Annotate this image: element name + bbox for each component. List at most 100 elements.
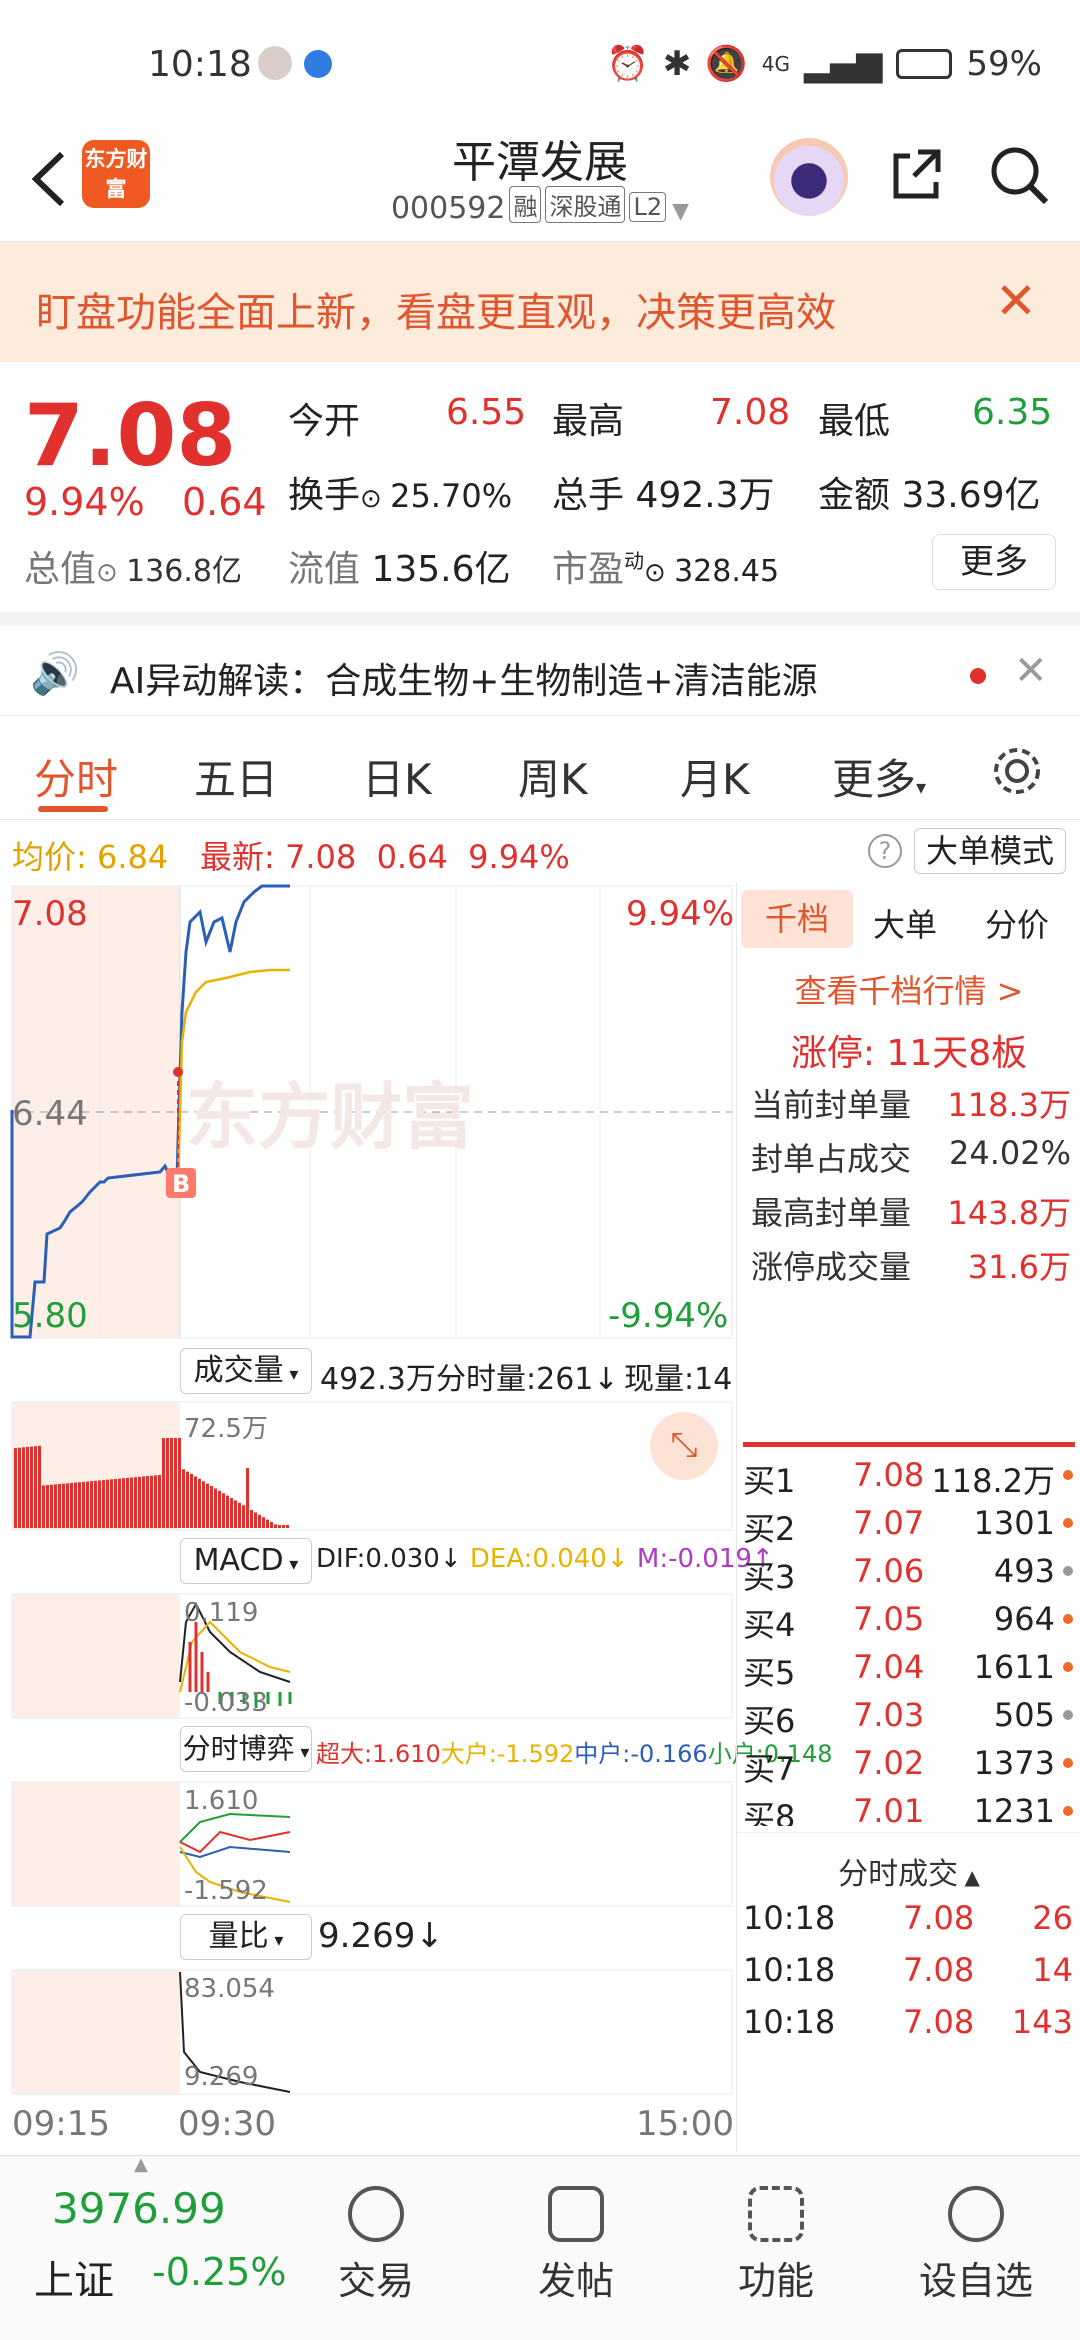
bid-row[interactable]: 买3 7.06 493 [743, 1552, 1073, 1600]
volume-bar [278, 1525, 281, 1528]
trade-volume: 26 [1032, 1899, 1073, 1937]
turnover-label: 换手⊙ 25.70% [288, 475, 513, 516]
search-icon[interactable] [986, 142, 1052, 208]
trade-volume: 14 [1032, 1951, 1073, 1989]
macd-select[interactable]: MACD ▾ [180, 1538, 312, 1584]
more-button[interactable]: 更多 [932, 534, 1056, 590]
game-axis-top: 1.610 [184, 1786, 259, 1816]
trade-row: 10:18 7.08 14 [743, 1951, 1073, 1999]
share-icon[interactable] [888, 144, 948, 204]
limit-volume: 涨停成交量 31.6万 [751, 1248, 1071, 1286]
nav-trade[interactable]: 交易 [296, 2186, 456, 2305]
big-order-mode-button[interactable]: 大单模式 [914, 828, 1066, 874]
bid-dot [1063, 1806, 1073, 1816]
volume-bar [58, 1484, 61, 1528]
ai-assistant-icon[interactable] [770, 138, 848, 216]
volume-bar [118, 1478, 121, 1528]
ratio-axis-top: 83.054 [184, 1974, 275, 2004]
bid-row[interactable]: 买1 7.08 118.2万 [743, 1456, 1073, 1504]
bid-row[interactable]: 买6 7.03 505 [743, 1696, 1073, 1744]
volume-bar [130, 1477, 133, 1528]
bid-price: 7.04 [853, 1648, 925, 1686]
close-icon[interactable]: ✕ [1014, 648, 1048, 694]
volume-bar [202, 1481, 205, 1528]
help-icon[interactable]: ? [868, 834, 902, 868]
chevron-down-icon: ▼ [672, 199, 690, 224]
volume-tick: 分时量:261↓ [436, 1362, 619, 1397]
bluetooth-icon: ✱ [662, 44, 692, 84]
price-axis-bottom: 5.80 [12, 1296, 88, 1336]
volume-bar [22, 1447, 25, 1528]
view-depth-link[interactable]: 查看千档行情 > [737, 966, 1080, 1012]
volume-bar [178, 1438, 181, 1528]
volume-indicator-select[interactable]: 成交量 ▾ [180, 1348, 312, 1394]
tag-margin: 融 [509, 186, 542, 223]
capital-game-select[interactable]: 分时博弈 ▾ [180, 1726, 312, 1772]
bid-volume: 1611 [973, 1648, 1055, 1686]
volume-bar [34, 1446, 37, 1528]
intraday-chart-area[interactable]: 东方财富 B 7.08 9.94% 6.44 5.80 -9.94% 成交量 ▾… [0, 882, 833, 2152]
expand-icon[interactable]: ⤡ [650, 1412, 718, 1480]
macd-axis-top: 0.119 [184, 1598, 259, 1628]
bid-row[interactable]: 买8 7.01 1231 [743, 1792, 1073, 1826]
open-label: 今开 [288, 401, 361, 442]
volume-bar [18, 1447, 21, 1528]
bid-row[interactable]: 买2 7.07 1301 [743, 1504, 1073, 1552]
volume-bar [282, 1525, 285, 1528]
nav-post[interactable]: 发帖 [496, 2186, 656, 2305]
volume-bar [62, 1483, 65, 1528]
bid-level: 买6 [743, 1702, 796, 1740]
volume-bar [198, 1478, 201, 1528]
bid-level: 买8 [743, 1798, 796, 1826]
volume-bar [254, 1512, 257, 1528]
tab-weekly-k[interactable]: 周K [518, 746, 588, 807]
trade-row: 10:18 7.08 26 [743, 1899, 1073, 1947]
gear-icon[interactable] [990, 744, 1044, 798]
trades-header[interactable]: 分时成交 ▲ [737, 1849, 1080, 1893]
trade-time: 10:18 [743, 1899, 836, 1937]
close-icon[interactable]: ✕ [995, 272, 1037, 330]
tab-daily-k[interactable]: 日K [362, 746, 432, 807]
float-label: 流值 135.6亿 [288, 549, 511, 590]
bid-level: 买1 [743, 1462, 796, 1500]
tab-intraday[interactable]: 分时 [34, 746, 118, 807]
tab-depth[interactable]: 千档 [741, 890, 853, 948]
latest-price: 最新: 7.08 0.64 9.94% [200, 838, 570, 876]
tab-monthly-k[interactable]: 月K [680, 746, 750, 807]
index-value[interactable]: 3976.99 [52, 2184, 226, 2233]
bid-row[interactable]: 买7 7.02 1373 [743, 1744, 1073, 1792]
index-change[interactable]: -0.25% [152, 2250, 286, 2294]
bid-volume: 118.2万 [931, 1462, 1055, 1500]
ai-insight-bar[interactable]: 🔊 AI异动解读：合成生物+生物制造+清洁能源 ✕ [0, 612, 1080, 716]
intraday-info-line: 均价: 6.84 最新: 7.08 0.64 9.94% ? 大单模式 [0, 822, 1080, 882]
bid-row[interactable]: 买5 7.04 1611 [743, 1648, 1073, 1696]
last-price: 7.08 [24, 386, 237, 486]
bid-volume: 964 [993, 1600, 1055, 1638]
bid-volume: 1301 [973, 1504, 1055, 1542]
tab-price-dist[interactable]: 分价 [985, 900, 1049, 946]
index-name[interactable]: 上证 [34, 2248, 114, 2306]
price-axis-mid: 6.44 [12, 1094, 88, 1134]
volume-ratio-select[interactable]: 量比 ▾ [180, 1914, 312, 1960]
tab-more[interactable]: 更多▾ [832, 746, 926, 807]
bid-price: 7.02 [853, 1744, 925, 1782]
bid-row[interactable]: 买4 7.05 964 [743, 1600, 1073, 1648]
nav-functions[interactable]: 功能 [696, 2186, 856, 2305]
chart-tabs: 分时 五日 日K 周K 月K 更多▾ [0, 716, 1080, 820]
nav-add-watchlist[interactable]: 设自选 [896, 2186, 1056, 2305]
bid-dot [1063, 1518, 1073, 1528]
promo-banner[interactable]: 盯盘功能全面上新，看盘更直观，决策更高效 ✕ [0, 242, 1080, 362]
ai-insight-text: AI异动解读：合成生物+生物制造+清洁能源 [110, 661, 818, 702]
tab-five-day[interactable]: 五日 [194, 746, 278, 807]
volume-bar [94, 1480, 97, 1528]
trade-time: 10:18 [743, 1951, 836, 1989]
volume-bar [258, 1514, 261, 1528]
volume-bar [238, 1502, 241, 1528]
volume-bar [190, 1474, 193, 1528]
yen-icon [348, 2186, 404, 2242]
high-value: 7.08 [710, 392, 791, 433]
unread-dot [970, 668, 986, 684]
volume-bar [270, 1522, 273, 1528]
tab-big-order[interactable]: 大单 [873, 900, 937, 946]
high-label: 最高 [552, 401, 625, 442]
